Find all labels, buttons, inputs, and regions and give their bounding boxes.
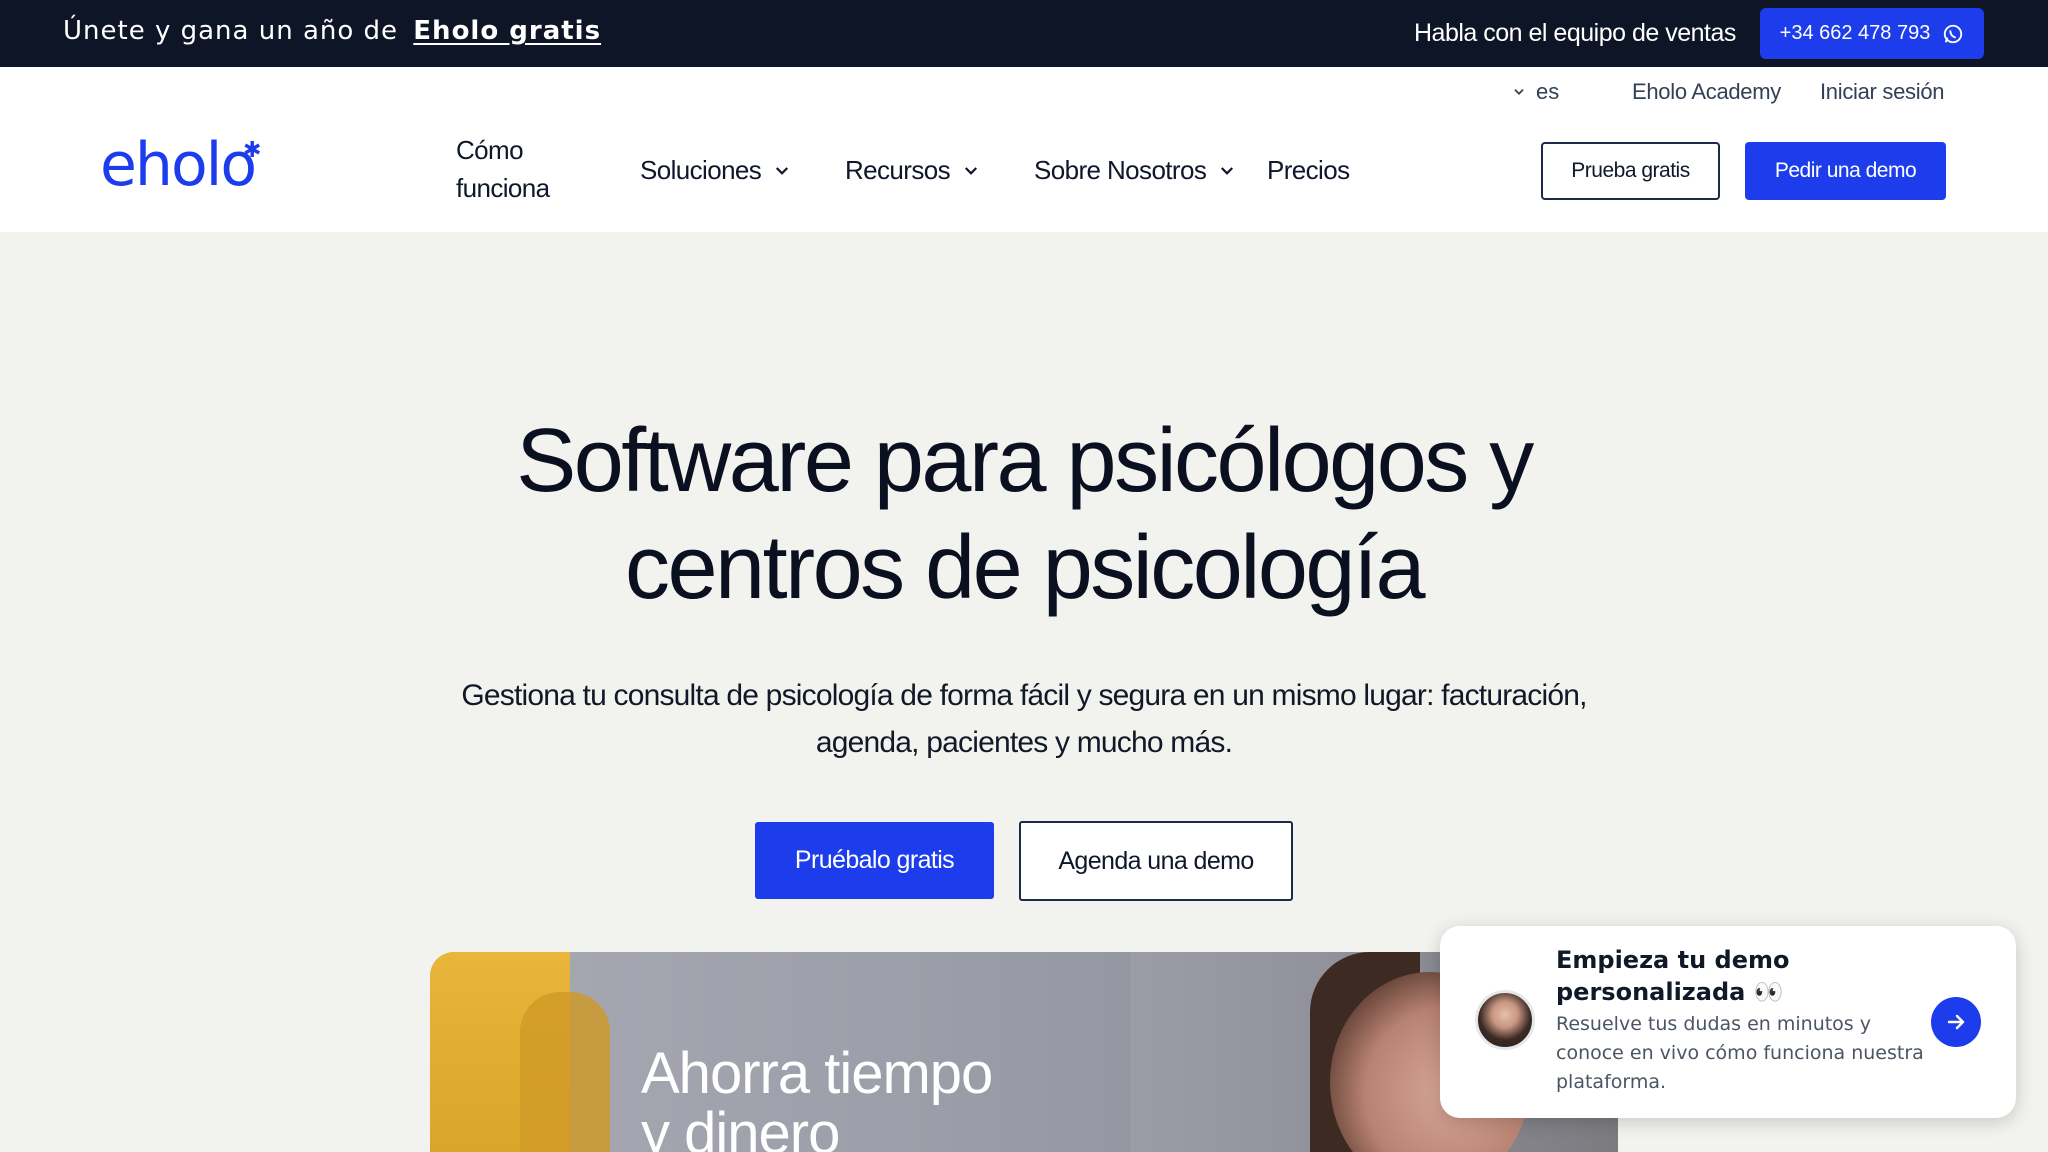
chat-body: Resuelve tus dudas en minutos y conoce e…: [1556, 1013, 1924, 1093]
chevron-down-icon: [776, 166, 789, 175]
media-headline-line-1: Ahorra tiempo: [641, 1041, 993, 1106]
nav-recursos[interactable]: Recursos: [845, 155, 980, 186]
nav-soluciones-label: Soluciones: [640, 155, 762, 185]
login-link[interactable]: Iniciar sesión: [1820, 79, 1945, 105]
chevron-down-icon: [964, 166, 978, 175]
arrow-right-icon: [1947, 1014, 1965, 1030]
nav-como-funciona[interactable]: Cómo funciona: [456, 131, 566, 207]
phone-button[interactable]: +34 662 478 793: [1760, 8, 1984, 59]
trial-button[interactable]: Prueba gratis: [1541, 142, 1720, 200]
nav-soluciones[interactable]: Soluciones: [640, 155, 791, 186]
sales-contact-text[interactable]: Habla con el equipo de ventas: [1414, 19, 1736, 48]
academy-link[interactable]: Eholo Academy: [1632, 79, 1781, 105]
site-header: es Eholo Academy Iniciar sesión eholo ✱ …: [0, 67, 2048, 232]
hero-title: Software para psicólogos y centros de ps…: [0, 408, 2048, 622]
whatsapp-icon: [1944, 24, 1963, 43]
logo-wordmark: eholo: [100, 130, 257, 200]
try-free-button[interactable]: Pruébalo gratis: [755, 822, 994, 899]
media-headline: Ahorra tiempo y dinero: [641, 1041, 993, 1152]
demo-chat-widget[interactable]: Empieza tu demo personalizada 👀 Resuelve…: [1440, 926, 2016, 1118]
hero-title-line-1: Software para psicólogos y: [516, 411, 1534, 511]
promo-message: Únete y gana un año de Eholo gratis: [63, 16, 601, 46]
language-label: es: [1536, 79, 1560, 104]
hero-subtitle: Gestiona tu consulta de psicología de fo…: [461, 679, 1587, 759]
media-decor-yellow-figure: [520, 992, 610, 1152]
nav-precios[interactable]: Precios: [1267, 155, 1350, 186]
chevron-down-icon: [1221, 166, 1234, 175]
agent-avatar: [1475, 990, 1535, 1050]
media-headline-line-2: y dinero: [641, 1101, 840, 1152]
promo-bar: Únete y gana un año de Eholo gratis Habl…: [0, 0, 2048, 67]
promo-link[interactable]: Eholo gratis: [413, 16, 601, 46]
nav-sobre-nosotros[interactable]: Sobre Nosotros: [1034, 155, 1236, 186]
chat-title: Empieza tu demo personalizada 👀: [1556, 946, 1790, 1006]
phone-number: +34 662 478 793: [1779, 22, 1931, 44]
hero-title-line-2: centros de psicología: [624, 518, 1426, 618]
nav-sobre-nosotros-label: Sobre Nosotros: [1034, 155, 1207, 185]
nav-recursos-label: Recursos: [845, 155, 951, 185]
request-demo-button[interactable]: Pedir una demo: [1745, 142, 1946, 200]
eholo-logo[interactable]: eholo ✱: [100, 135, 270, 195]
chevron-down-icon: [1514, 89, 1524, 95]
schedule-demo-button[interactable]: Agenda una demo: [1019, 821, 1293, 901]
logo-asterisk-icon: ✱: [243, 137, 262, 162]
chat-go-button[interactable]: [1931, 997, 1981, 1047]
promo-text: Únete y gana un año de: [63, 16, 399, 46]
language-selector[interactable]: es: [1512, 79, 1559, 105]
